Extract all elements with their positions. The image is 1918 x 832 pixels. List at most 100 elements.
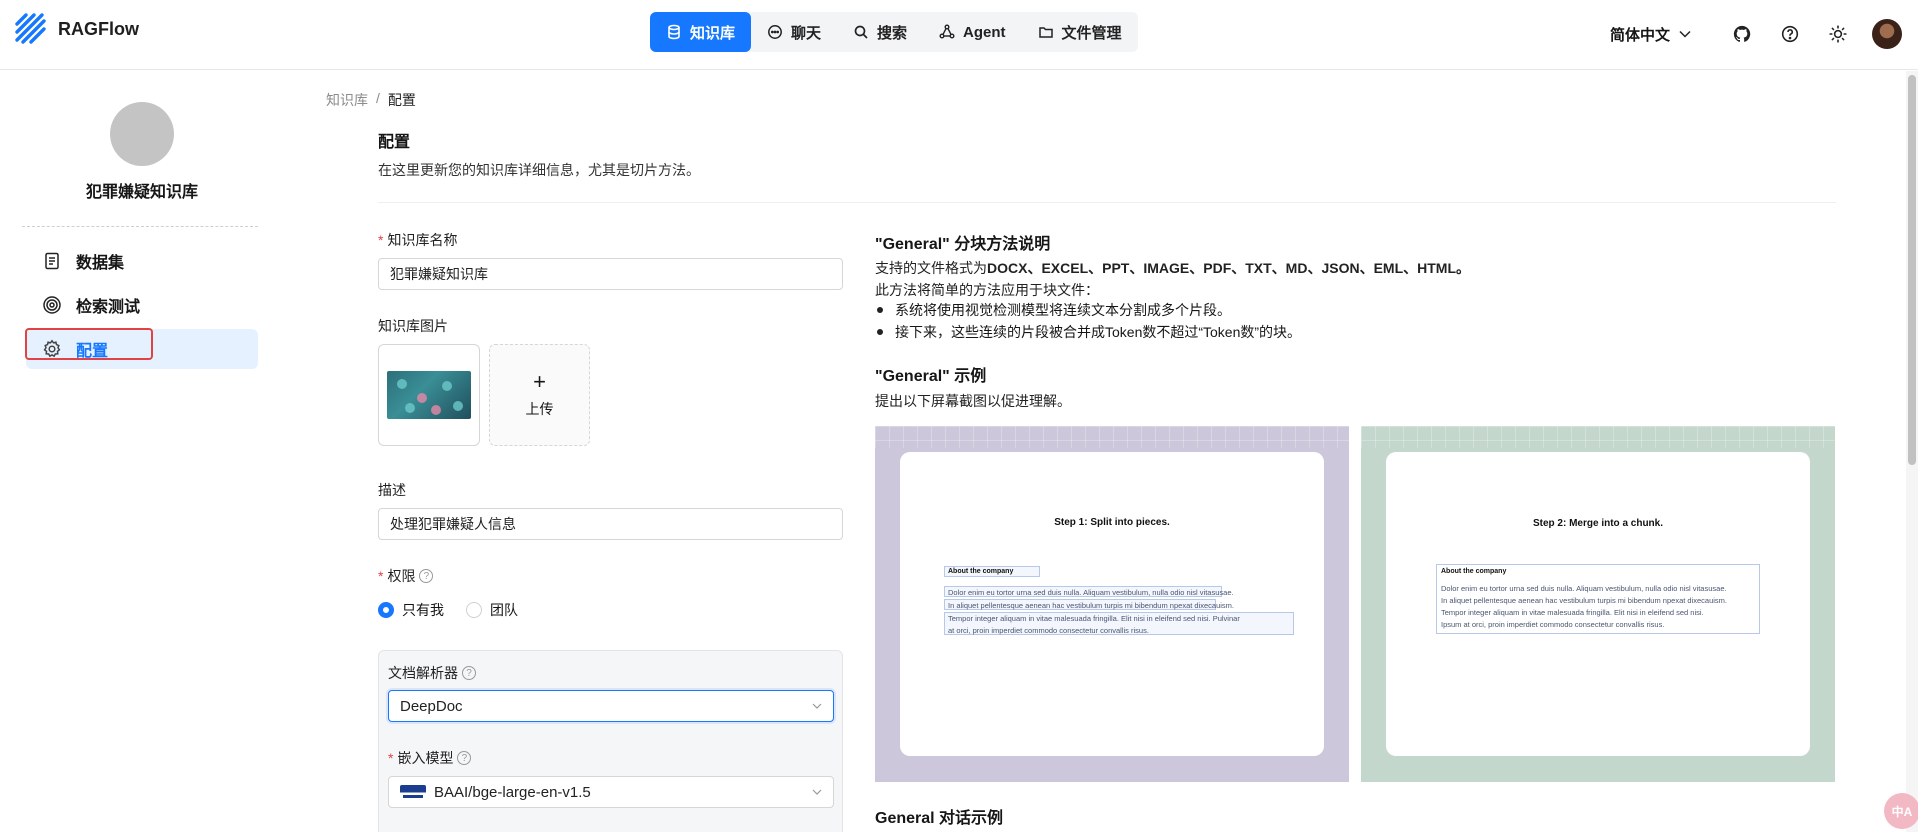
- chevron-down-icon: [812, 703, 822, 709]
- sample-line: In aliquet pellentesque aenean hac vesti…: [948, 601, 1235, 610]
- upload-button[interactable]: + 上传: [489, 344, 590, 446]
- kb-image-thumbnail: [387, 371, 471, 419]
- example-image-merge: Step 2: Merge into a chunk. About the co…: [1361, 426, 1835, 782]
- kb-name: 犯罪嫌疑知识库: [85, 184, 198, 201]
- nav-item-agent[interactable]: Agent: [923, 12, 1022, 52]
- nav-item-file-management[interactable]: 文件管理: [1022, 12, 1138, 52]
- help-button[interactable]: [1766, 16, 1814, 52]
- list-item: 接下来，这些连续的片段被合并成Token数不超过“Token数”的块。: [875, 323, 1301, 345]
- user-avatar[interactable]: [1872, 19, 1902, 49]
- method-intro: 此方法将简单的方法应用于块文件：: [875, 282, 1099, 298]
- chat-icon: [768, 25, 782, 39]
- nav-label: 搜索: [877, 24, 908, 42]
- method-bullets: 系统将使用视觉检测模型将连续文本分割成多个片段。 接下来，这些连续的片段被合并成…: [875, 301, 1301, 345]
- breadcrumb-current: 配置: [387, 92, 416, 108]
- image-label: 知识库图片: [378, 318, 448, 334]
- select-value: DeepDoc: [400, 697, 463, 715]
- step-title: Step 2: Merge into a chunk.: [1532, 518, 1664, 529]
- required-mark: *: [378, 568, 384, 584]
- radio-unchecked: [466, 602, 482, 618]
- example-slide: Step 2: Merge into a chunk. About the co…: [1386, 452, 1810, 756]
- nav-item-knowledge-base[interactable]: 知识库: [650, 12, 752, 52]
- sample-line: Dolor enim eu tortor urna sed duis nulla…: [1441, 584, 1727, 593]
- theme-toggle[interactable]: [1814, 16, 1862, 52]
- name-label: * 知识库名称: [378, 230, 457, 250]
- search-icon: [854, 25, 868, 39]
- example-heading: "General" 示例: [875, 368, 987, 385]
- ragflow-logo-icon: [15, 13, 46, 44]
- main-nav: 知识库 聊天 搜索 Agent 文件管理: [650, 12, 1138, 52]
- label-text: 权限: [387, 568, 416, 584]
- sidebar-item-retrieval-test[interactable]: 检索测试: [26, 285, 258, 325]
- kb-image-card[interactable]: [378, 344, 480, 446]
- plus-icon: +: [533, 369, 546, 394]
- document-icon: [45, 252, 59, 270]
- logo[interactable]: RAGFlow: [14, 12, 139, 46]
- sample-heading: About the company: [1441, 568, 1507, 575]
- parser-label: 文档解析器 ?: [388, 663, 476, 683]
- header-divider: [378, 202, 1836, 203]
- formats-prefix: 支持的文件格式为: [875, 260, 987, 276]
- label-text: 知识库名称: [387, 232, 458, 248]
- agent-graph-icon: [939, 24, 955, 39]
- parser-select[interactable]: DeepDoc: [388, 690, 834, 722]
- top-bar: RAGFlow 知识库 聊天 搜索 Agent 文件管理 简体中文: [0, 0, 1918, 70]
- label-text: 嵌入模型: [397, 750, 454, 766]
- sidebar-item-label: 数据集: [76, 255, 125, 272]
- permission-option-me[interactable]: 只有我: [378, 600, 444, 620]
- parser-settings-panel: 文档解析器 ? DeepDoc * 嵌入模型 ? BAAI/bge-large-…: [378, 650, 843, 832]
- example-description: 提出以下屏幕截图以促进理解。: [875, 393, 1071, 409]
- example-slide: Step 1: Split into pieces. About the com…: [900, 452, 1324, 756]
- supported-formats: 支持的文件格式为DOCX、EXCEL、PPT、IMAGE、PDF、TXT、MD、…: [875, 258, 1470, 278]
- nav-item-search[interactable]: 搜索: [837, 12, 923, 52]
- grid-pattern: [875, 426, 1349, 448]
- app-name: RAGFlow: [58, 18, 139, 39]
- radio-checked: [378, 602, 394, 618]
- embedding-label: * 嵌入模型 ?: [388, 748, 472, 768]
- help-icon[interactable]: ?: [419, 569, 434, 583]
- chevron-down-icon: [812, 789, 822, 795]
- sample-line: Tempor integer aliquam in vitae malesuad…: [1441, 608, 1704, 617]
- embedding-model-select[interactable]: BAAI/bge-large-en-v1.5: [388, 776, 834, 808]
- help-icon[interactable]: ?: [457, 751, 472, 765]
- target-icon: [43, 296, 61, 314]
- sample-line: Tempor integer aliquam in vitae malesuad…: [948, 614, 1240, 623]
- breadcrumb-separator: /: [376, 90, 380, 106]
- label-text: 文档解析器: [388, 665, 458, 681]
- sidebar-item-config[interactable]: 配置: [25, 328, 258, 369]
- permission-option-team[interactable]: 团队: [466, 600, 518, 620]
- toolbar-right: 简体中文: [1610, 16, 1902, 52]
- selection-highlight: [25, 328, 153, 360]
- chat-example-heading: General 对话示例: [875, 810, 1004, 827]
- folder-icon: [1038, 27, 1053, 38]
- select-value: BAAI/bge-large-en-v1.5: [434, 783, 591, 801]
- page-scrollbar[interactable]: [1906, 71, 1918, 832]
- database-icon: [668, 24, 680, 40]
- example-image-split: Step 1: Split into pieces. About the com…: [875, 426, 1349, 782]
- language-selector[interactable]: 简体中文: [1610, 24, 1692, 45]
- kb-name-input[interactable]: 犯罪嫌疑知识库: [378, 258, 843, 290]
- required-mark: *: [388, 750, 394, 766]
- upload-label: 上传: [525, 401, 554, 417]
- sidebar-divider: [22, 226, 258, 227]
- nav-item-chat[interactable]: 聊天: [751, 12, 837, 52]
- page-title: 配置: [378, 134, 411, 151]
- page-description: 在这里更新您的知识库详细信息，尤其是切片方法。: [378, 162, 700, 178]
- nav-label: Agent: [963, 23, 1006, 41]
- scrollbar-thumb[interactable]: [1908, 75, 1916, 465]
- sample-line: Ipsum at orci, proin imperdiet commodo c…: [1441, 620, 1665, 629]
- permission-radio-group: 只有我 团队: [378, 600, 518, 620]
- description-input[interactable]: 处理犯罪嫌疑人信息: [378, 508, 843, 540]
- description-label: 描述: [378, 482, 406, 498]
- list-item: 系统将使用视觉检测模型将连续文本分割成多个片段。: [875, 301, 1301, 323]
- breadcrumb-root[interactable]: 知识库: [326, 90, 368, 110]
- step-title: Step 1: Split into pieces.: [1054, 517, 1170, 528]
- github-button[interactable]: [1718, 16, 1766, 52]
- translate-float-button[interactable]: 中A: [1884, 793, 1918, 829]
- sidebar-item-label: 检索测试: [76, 299, 141, 316]
- chunk-method-heading: "General" 分块方法说明: [875, 236, 1051, 253]
- help-icon[interactable]: ?: [462, 666, 476, 680]
- language-label: 简体中文: [1609, 26, 1670, 44]
- sidebar-item-dataset[interactable]: 数据集: [26, 241, 258, 281]
- breadcrumb: 知识库 / 配置: [326, 90, 416, 110]
